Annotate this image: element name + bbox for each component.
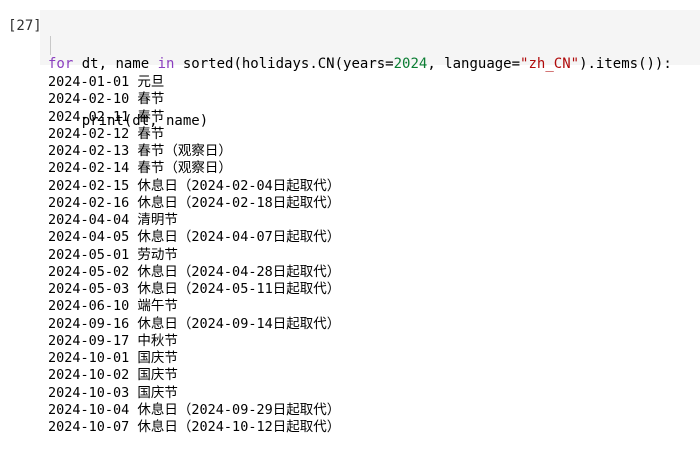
holiday-name: 清明节: [137, 212, 178, 228]
notebook-cell[interactable]: [27] for dt, name in sorted(holidays.CN(…: [0, 0, 700, 452]
holiday-date: 2024-06-10: [48, 298, 130, 315]
holiday-date: 2024-10-01: [48, 350, 130, 366]
output-line: 2024-02-16 休息日（2024-02-18日起取代）: [48, 195, 340, 212]
holiday-name: 休息日（2024-04-28日起取代）: [137, 263, 341, 280]
holiday-date: 2024-10-02: [48, 367, 130, 384]
cell-output: 2024-01-01 元旦 2024-02-10 春节 2024-02-11 春节 2…: [48, 74, 340, 436]
code-input-area[interactable]: for dt, name in sorted(holidays.CN(years…: [40, 10, 700, 129]
holiday-name: 休息日（2024-05-11日起取代）: [137, 281, 341, 297]
output-line: 2024-09-17 中秋节: [48, 333, 340, 350]
code-token: 2024: [393, 56, 428, 72]
holiday-name: 休息日（2024-04-07日起取代）: [137, 229, 341, 246]
holiday-date: 2024-09-16: [48, 315, 130, 332]
code-token: for: [48, 56, 74, 72]
output-line: 2024-10-07 休息日（2024-10-12日起取代）: [48, 419, 340, 436]
holiday-date: 2024-01-01: [48, 74, 130, 90]
holiday-name: 春节: [137, 108, 165, 125]
holiday-name: 休息日（2024-10-12日起取代）: [137, 419, 341, 435]
holiday-date: 2024-05-03: [48, 281, 130, 297]
output-line: 2024-10-02 国庆节: [48, 367, 340, 384]
output-line: 2024-10-01 国庆节: [48, 350, 340, 367]
holiday-date: 2024-02-16: [48, 194, 130, 211]
holiday-name: 国庆节: [137, 367, 178, 384]
holiday-name: 中秋节: [137, 332, 178, 349]
execution-count-prompt: [27]: [8, 18, 42, 34]
holiday-name: 休息日（2024-09-14日起取代）: [137, 315, 341, 332]
output-line: 2024-06-10 端午节: [48, 298, 340, 315]
holiday-date: 2024-10-04: [48, 401, 130, 418]
holiday-date: 2024-02-14: [48, 160, 130, 177]
output-line: 2024-02-13 春节（观察日）: [48, 143, 340, 160]
holiday-name: 休息日（2024-09-29日起取代）: [137, 401, 341, 418]
output-line: 2024-04-05 休息日（2024-04-07日起取代）: [48, 229, 340, 246]
output-line: 2024-01-01 元旦: [48, 74, 340, 91]
holiday-date: 2024-09-17: [48, 332, 130, 349]
holiday-name: 端午节: [137, 298, 178, 315]
holiday-date: 2024-02-11: [48, 108, 130, 125]
code-token: , language=: [427, 56, 521, 72]
code-token: in: [157, 56, 175, 72]
holiday-name: 春节（观察日）: [137, 143, 232, 159]
code-token: ).items()):: [579, 56, 672, 72]
output-line: 2024-09-16 休息日（2024-09-14日起取代）: [48, 316, 340, 333]
holiday-date: 2024-04-04: [48, 212, 130, 228]
holiday-date: 2024-02-10: [48, 91, 130, 108]
holiday-name: 国庆节: [137, 350, 178, 366]
holiday-name: 休息日（2024-02-18日起取代）: [137, 194, 341, 211]
output-line: 2024-05-03 休息日（2024-05-11日起取代）: [48, 281, 340, 298]
holiday-name: 春节: [137, 91, 165, 108]
holiday-name: 休息日（2024-02-04日起取代）: [137, 177, 341, 194]
code-token: dt, name: [73, 56, 158, 72]
code-line-1: for dt, name in sorted(holidays.CN(years…: [48, 55, 672, 74]
holiday-date: 2024-05-01: [48, 246, 130, 263]
holiday-date: 2024-05-02: [48, 263, 130, 280]
output-line: 2024-05-02 休息日（2024-04-28日起取代）: [48, 264, 340, 281]
output-line: 2024-02-10 春节: [48, 91, 340, 108]
output-line: 2024-02-12 春节: [48, 126, 340, 143]
output-line: 2024-10-04 休息日（2024-09-29日起取代）: [48, 402, 340, 419]
holiday-date: 2024-02-15: [48, 177, 130, 194]
output-line: 2024-10-03 国庆节: [48, 385, 340, 402]
holiday-date: 2024-10-07: [48, 419, 130, 435]
holiday-date: 2024-02-13: [48, 143, 130, 159]
holiday-name: 国庆节: [137, 384, 178, 401]
holiday-date: 2024-10-03: [48, 384, 130, 401]
output-line: 2024-04-04 清明节: [48, 212, 340, 229]
holiday-name: 劳动节: [137, 246, 178, 263]
holiday-date: 2024-04-05: [48, 229, 130, 246]
code-token: sorted(holidays.CN(years=: [174, 56, 394, 72]
output-line: 2024-02-11 春节: [48, 109, 340, 126]
holiday-name: 元旦: [137, 74, 165, 90]
holiday-name: 春节: [137, 125, 165, 142]
output-line: 2024-02-15 休息日（2024-02-04日起取代）: [48, 178, 340, 195]
holiday-name: 春节（观察日）: [137, 160, 232, 177]
holiday-date: 2024-02-12: [48, 125, 130, 142]
output-line: 2024-05-01 劳动节: [48, 247, 340, 264]
code-token: "zh_CN": [520, 56, 580, 72]
output-line: 2024-02-14 春节（观察日）: [48, 160, 340, 177]
